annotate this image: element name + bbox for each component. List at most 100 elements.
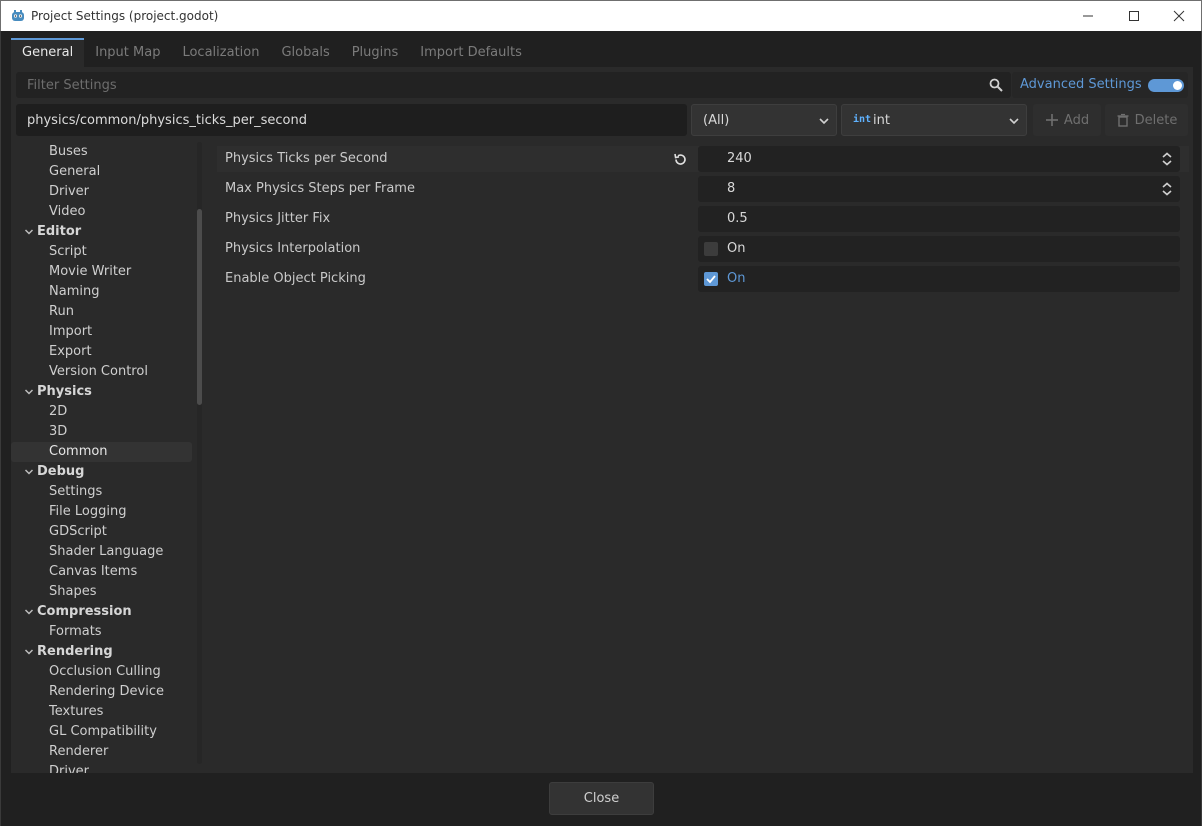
property-row[interactable]: Physics Interpolation On	[217, 236, 1189, 262]
tree-item[interactable]: Video	[11, 202, 192, 222]
tree-item[interactable]: GL Compatibility	[11, 722, 192, 742]
tree-item-label: Textures	[49, 704, 104, 719]
type-dropdown[interactable]: int int	[841, 104, 1027, 136]
tab-input-map[interactable]: Input Map	[84, 38, 171, 67]
chevron-down-icon[interactable]	[24, 467, 34, 477]
tree-category[interactable]: Compression	[11, 602, 192, 622]
tree-item[interactable]: Formats	[11, 622, 192, 642]
property-value: 0.5	[727, 211, 748, 226]
tree-item-label: Rendering	[37, 644, 113, 659]
tab-import-defaults[interactable]: Import Defaults	[409, 38, 533, 67]
filter-settings-input[interactable]	[16, 72, 1011, 98]
tree-item-label: Settings	[49, 484, 103, 499]
property-row[interactable]: Max Physics Steps per Frame 8	[217, 176, 1189, 202]
checkbox-field[interactable]: On	[698, 236, 1180, 262]
checkbox-field[interactable]: On	[698, 266, 1180, 292]
checkbox-unchecked[interactable]	[704, 242, 718, 256]
tab-bar: General Input Map Localization Globals P…	[11, 38, 533, 67]
tree-item[interactable]: Naming	[11, 282, 192, 302]
tree-item[interactable]: Common	[11, 442, 192, 462]
spin-arrows-icon[interactable]	[1161, 152, 1173, 166]
tree-item-label: Rendering Device	[49, 684, 164, 699]
tree-item[interactable]: Shapes	[11, 582, 192, 602]
tree-item-label: File Logging	[49, 504, 127, 519]
tree-item-label: Editor	[37, 224, 82, 239]
feature-filter-dropdown[interactable]: (All)	[691, 104, 837, 136]
tree-item[interactable]: 2D	[11, 402, 192, 422]
tree-category[interactable]: Debug	[11, 462, 192, 482]
tree-item[interactable]: Driver	[11, 182, 192, 202]
property-name: Physics Jitter Fix	[225, 211, 331, 226]
tree-item-label: Export	[49, 344, 92, 359]
close-icon	[1173, 10, 1185, 22]
checkbox-checked[interactable]	[704, 272, 718, 286]
tree-item-label: Debug	[37, 464, 85, 479]
tree-item[interactable]: General	[11, 162, 192, 182]
tab-plugins[interactable]: Plugins	[341, 38, 410, 67]
tree-item-label: Formats	[49, 624, 102, 639]
close-button[interactable]: Close	[549, 782, 654, 815]
tree-item[interactable]: Canvas Items	[11, 562, 192, 582]
title-bar[interactable]: Project Settings (project.godot)	[0, 0, 1202, 31]
tree-scrollbar[interactable]	[197, 142, 202, 764]
tree-item[interactable]: Rendering Device	[11, 682, 192, 702]
maximize-button[interactable]	[1111, 1, 1157, 31]
tree-item[interactable]: Export	[11, 342, 192, 362]
chevron-down-icon[interactable]	[24, 607, 34, 617]
tree-item[interactable]: Script	[11, 242, 192, 262]
property-name: Enable Object Picking	[225, 271, 366, 286]
close-window-button[interactable]	[1156, 1, 1202, 31]
spinbox-field[interactable]: 8	[698, 176, 1180, 202]
tab-general[interactable]: General	[11, 38, 85, 67]
tree-item[interactable]: Renderer	[11, 742, 192, 762]
property-path-input[interactable]	[16, 104, 687, 136]
tree-item-label: 2D	[49, 404, 68, 419]
tree-item[interactable]: Settings	[11, 482, 192, 502]
property-name: Physics Interpolation	[225, 241, 361, 256]
tree-item-label: Version Control	[49, 364, 148, 379]
tree-item-label: Canvas Items	[49, 564, 138, 579]
search-icon	[989, 78, 1003, 92]
tree-item[interactable]: Movie Writer	[11, 262, 192, 282]
tree-item[interactable]: File Logging	[11, 502, 192, 522]
reload-icon[interactable]	[673, 152, 688, 167]
property-name: Max Physics Steps per Frame	[225, 181, 415, 196]
tree-item[interactable]: Run	[11, 302, 192, 322]
tab-globals[interactable]: Globals	[270, 38, 340, 67]
tree-category[interactable]: Physics	[11, 382, 192, 402]
tree-item-label: 3D	[49, 424, 68, 439]
tree-item[interactable]: Version Control	[11, 362, 192, 382]
tree-item[interactable]: GDScript	[11, 522, 192, 542]
property-row[interactable]: Physics Jitter Fix 0.5	[217, 206, 1189, 232]
chevron-down-icon[interactable]	[24, 387, 34, 397]
tree-item-label: Driver	[49, 764, 90, 773]
tree-item[interactable]: Shader Language	[11, 542, 192, 562]
minimize-button[interactable]	[1065, 1, 1111, 31]
tree-item[interactable]: Driver	[11, 762, 192, 773]
chevron-down-icon[interactable]	[24, 227, 34, 237]
chevron-down-icon[interactable]	[24, 647, 34, 657]
tree-item[interactable]: Buses	[11, 142, 192, 162]
tree-item[interactable]: Occlusion Culling	[11, 662, 192, 682]
property-row[interactable]: Enable Object Picking On	[217, 266, 1189, 292]
tree-category[interactable]: Rendering	[11, 642, 192, 662]
add-button-label: Add	[1063, 112, 1090, 128]
tree-item-label: Driver	[49, 184, 90, 199]
spinbox-field[interactable]: 240	[698, 146, 1180, 172]
tree-item[interactable]: Import	[11, 322, 192, 342]
chevron-down-icon	[1009, 118, 1019, 125]
add-button[interactable]: Add	[1033, 104, 1101, 136]
toggle-switch[interactable]	[1148, 79, 1184, 92]
tree-category[interactable]: Editor	[11, 222, 192, 242]
tree-item[interactable]: Textures	[11, 702, 192, 722]
scrollbar-thumb[interactable]	[197, 209, 202, 405]
feature-filter-value: (All)	[703, 113, 730, 128]
advanced-settings-toggle[interactable]: Advanced Settings	[1012, 72, 1188, 98]
spin-arrows-icon[interactable]	[1161, 182, 1173, 196]
delete-button[interactable]: Delete	[1105, 104, 1188, 136]
delete-button-label: Delete	[1134, 112, 1178, 128]
tab-localization[interactable]: Localization	[171, 38, 270, 67]
tree-item[interactable]: 3D	[11, 422, 192, 442]
property-row[interactable]: Physics Ticks per Second 240	[217, 146, 1189, 172]
float-field[interactable]: 0.5	[698, 206, 1180, 232]
